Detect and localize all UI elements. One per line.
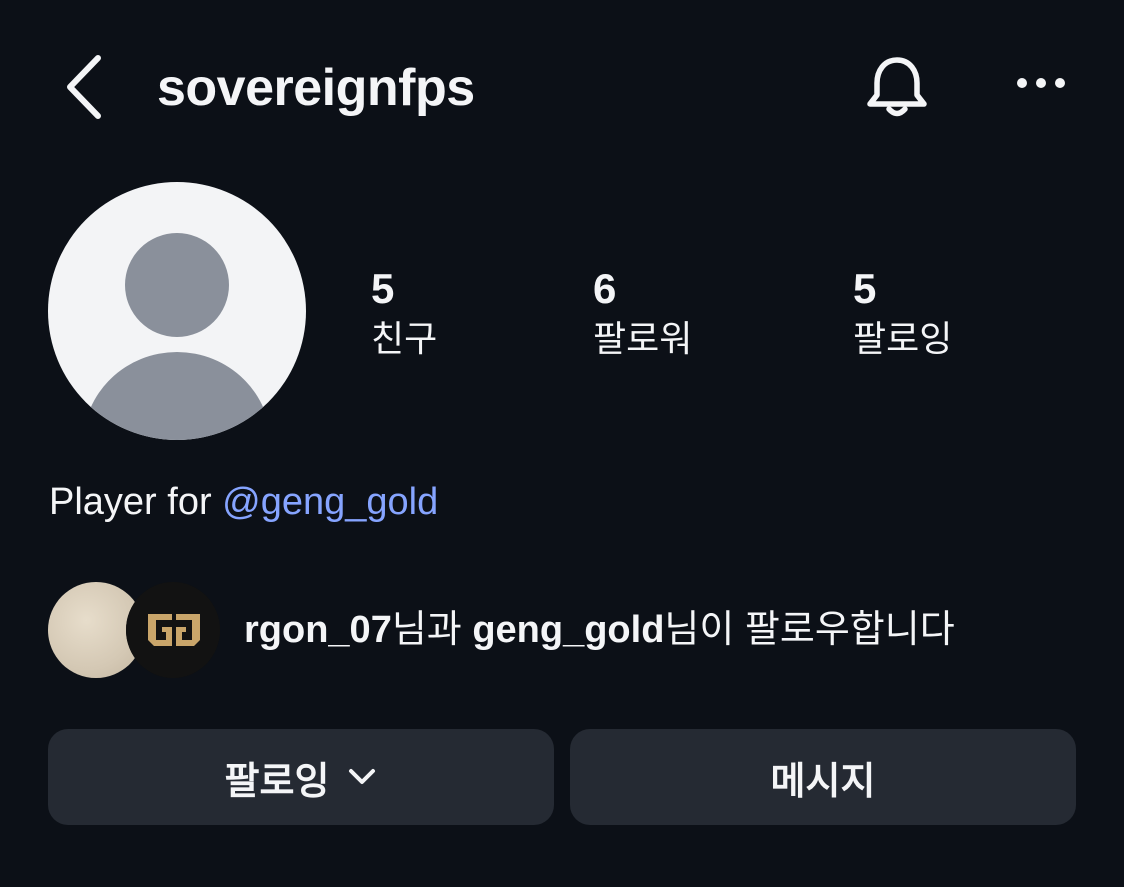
more-options-button[interactable] <box>1010 68 1072 98</box>
stat-value: 5 <box>853 265 877 312</box>
message-button[interactable]: 메시지 <box>570 729 1076 825</box>
mutual-followers-text[interactable]: rgon_07님과 geng_gold님이 팔로우합니다 <box>244 606 955 654</box>
stat-following[interactable]: 5 팔로잉 <box>853 264 952 362</box>
stat-label: 친구 <box>371 318 438 359</box>
following-label: 팔로잉 <box>224 760 330 803</box>
chevron-left-icon <box>67 55 101 119</box>
stat-value: 6 <box>593 265 617 312</box>
back-button[interactable] <box>62 52 108 122</box>
profile-avatar[interactable] <box>48 182 306 440</box>
mutual-suffix: 님이 팔로우합니다 <box>664 609 955 651</box>
bio-text: Player for <box>49 481 223 523</box>
stat-friends[interactable]: 5 친구 <box>371 264 437 362</box>
mutual-user-2: geng_gold <box>472 609 665 651</box>
geng-logo-icon <box>126 582 220 678</box>
mutual-connector: 님과 <box>391 609 473 651</box>
default-avatar-icon <box>83 233 271 440</box>
bio-mention-link[interactable]: @geng_gold <box>222 481 438 523</box>
mutual-avatar-geng[interactable] <box>126 582 220 678</box>
chevron-down-icon <box>349 769 376 784</box>
mutual-user-1: rgon_07 <box>244 609 392 651</box>
more-horizontal-icon <box>1017 78 1065 88</box>
profile-username: sovereignfps <box>157 59 475 117</box>
profile-bio: Player for @geng_gold <box>49 478 438 526</box>
stat-label: 팔로워 <box>593 318 693 359</box>
stat-value: 5 <box>371 265 395 312</box>
following-button[interactable]: 팔로잉 <box>48 729 554 825</box>
notification-button[interactable] <box>862 52 932 122</box>
bell-icon <box>867 57 927 117</box>
message-label: 메시지 <box>770 760 876 803</box>
stat-label: 팔로잉 <box>853 318 953 359</box>
stat-followers[interactable]: 6 팔로워 <box>593 264 692 362</box>
